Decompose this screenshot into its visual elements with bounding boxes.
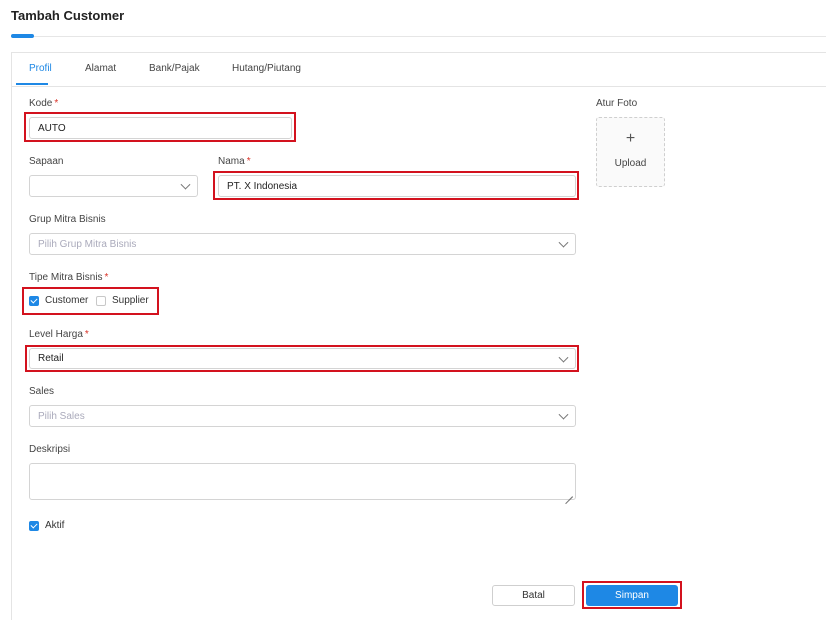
tab-bank-pajak[interactable]: Bank/Pajak: [149, 63, 200, 74]
grup-label: Grup Mitra Bisnis: [29, 214, 106, 225]
grup-select[interactable]: Pilih Grup Mitra Bisnis: [29, 233, 576, 255]
tab-active-indicator: [16, 83, 48, 85]
title-divider: [11, 36, 826, 37]
deskripsi-label: Deskripsi: [29, 444, 71, 455]
sapaan-select[interactable]: [29, 175, 198, 197]
tipe-label-text: Tipe Mitra Bisnis: [29, 272, 103, 283]
supplier-checkbox[interactable]: [96, 296, 106, 306]
customer-label[interactable]: Customer: [45, 295, 88, 306]
required-mark: *: [54, 98, 59, 109]
kode-input[interactable]: AUTO: [29, 117, 292, 139]
supplier-label[interactable]: Supplier: [112, 295, 149, 306]
page-title: Tambah Customer: [11, 8, 125, 23]
tipe-label: Tipe Mitra Bisnis *: [29, 272, 108, 283]
sales-select[interactable]: Pilih Sales: [29, 405, 576, 427]
aktif-label[interactable]: Aktif: [45, 520, 64, 531]
level-harga-value: Retail: [38, 353, 64, 364]
title-underline: [11, 34, 34, 38]
required-mark: *: [84, 329, 89, 340]
kode-label-text: Kode: [29, 98, 53, 109]
photo-label: Atur Foto: [596, 98, 638, 109]
required-mark: *: [104, 272, 109, 283]
sapaan-label: Sapaan: [29, 156, 64, 167]
tab-profil[interactable]: Profil: [29, 63, 52, 74]
nama-value: PT. X Indonesia: [227, 180, 298, 192]
level-harga-label: Level Harga *: [29, 329, 89, 340]
deskripsi-textarea[interactable]: [29, 463, 576, 500]
kode-value: AUTO: [38, 122, 66, 134]
tab-hutang-piutang[interactable]: Hutang/Piutang: [232, 63, 301, 74]
upload-photo-button[interactable]: + Upload: [596, 117, 665, 187]
sales-label: Sales: [29, 386, 55, 397]
chevron-down-icon: [180, 179, 191, 190]
nama-label-text: Nama: [218, 156, 245, 167]
grup-placeholder: Pilih Grup Mitra Bisnis: [38, 238, 137, 250]
aktif-checkbox[interactable]: [29, 521, 39, 531]
cancel-button[interactable]: Batal: [492, 585, 575, 606]
required-mark: *: [246, 156, 251, 167]
level-harga-label-text: Level Harga: [29, 329, 83, 340]
nama-input[interactable]: PT. X Indonesia: [218, 175, 576, 197]
plus-icon: +: [625, 130, 636, 147]
level-harga-select[interactable]: Retail: [29, 348, 576, 369]
tab-alamat[interactable]: Alamat: [85, 63, 116, 74]
tab-bar: [11, 52, 826, 87]
save-button[interactable]: Simpan: [586, 585, 678, 606]
upload-label: Upload: [614, 158, 647, 169]
kode-label: Kode *: [29, 98, 58, 109]
nama-label: Nama *: [218, 156, 251, 167]
sales-placeholder: Pilih Sales: [38, 410, 85, 422]
resize-handle-icon[interactable]: [565, 489, 573, 497]
customer-checkbox[interactable]: [29, 296, 39, 306]
